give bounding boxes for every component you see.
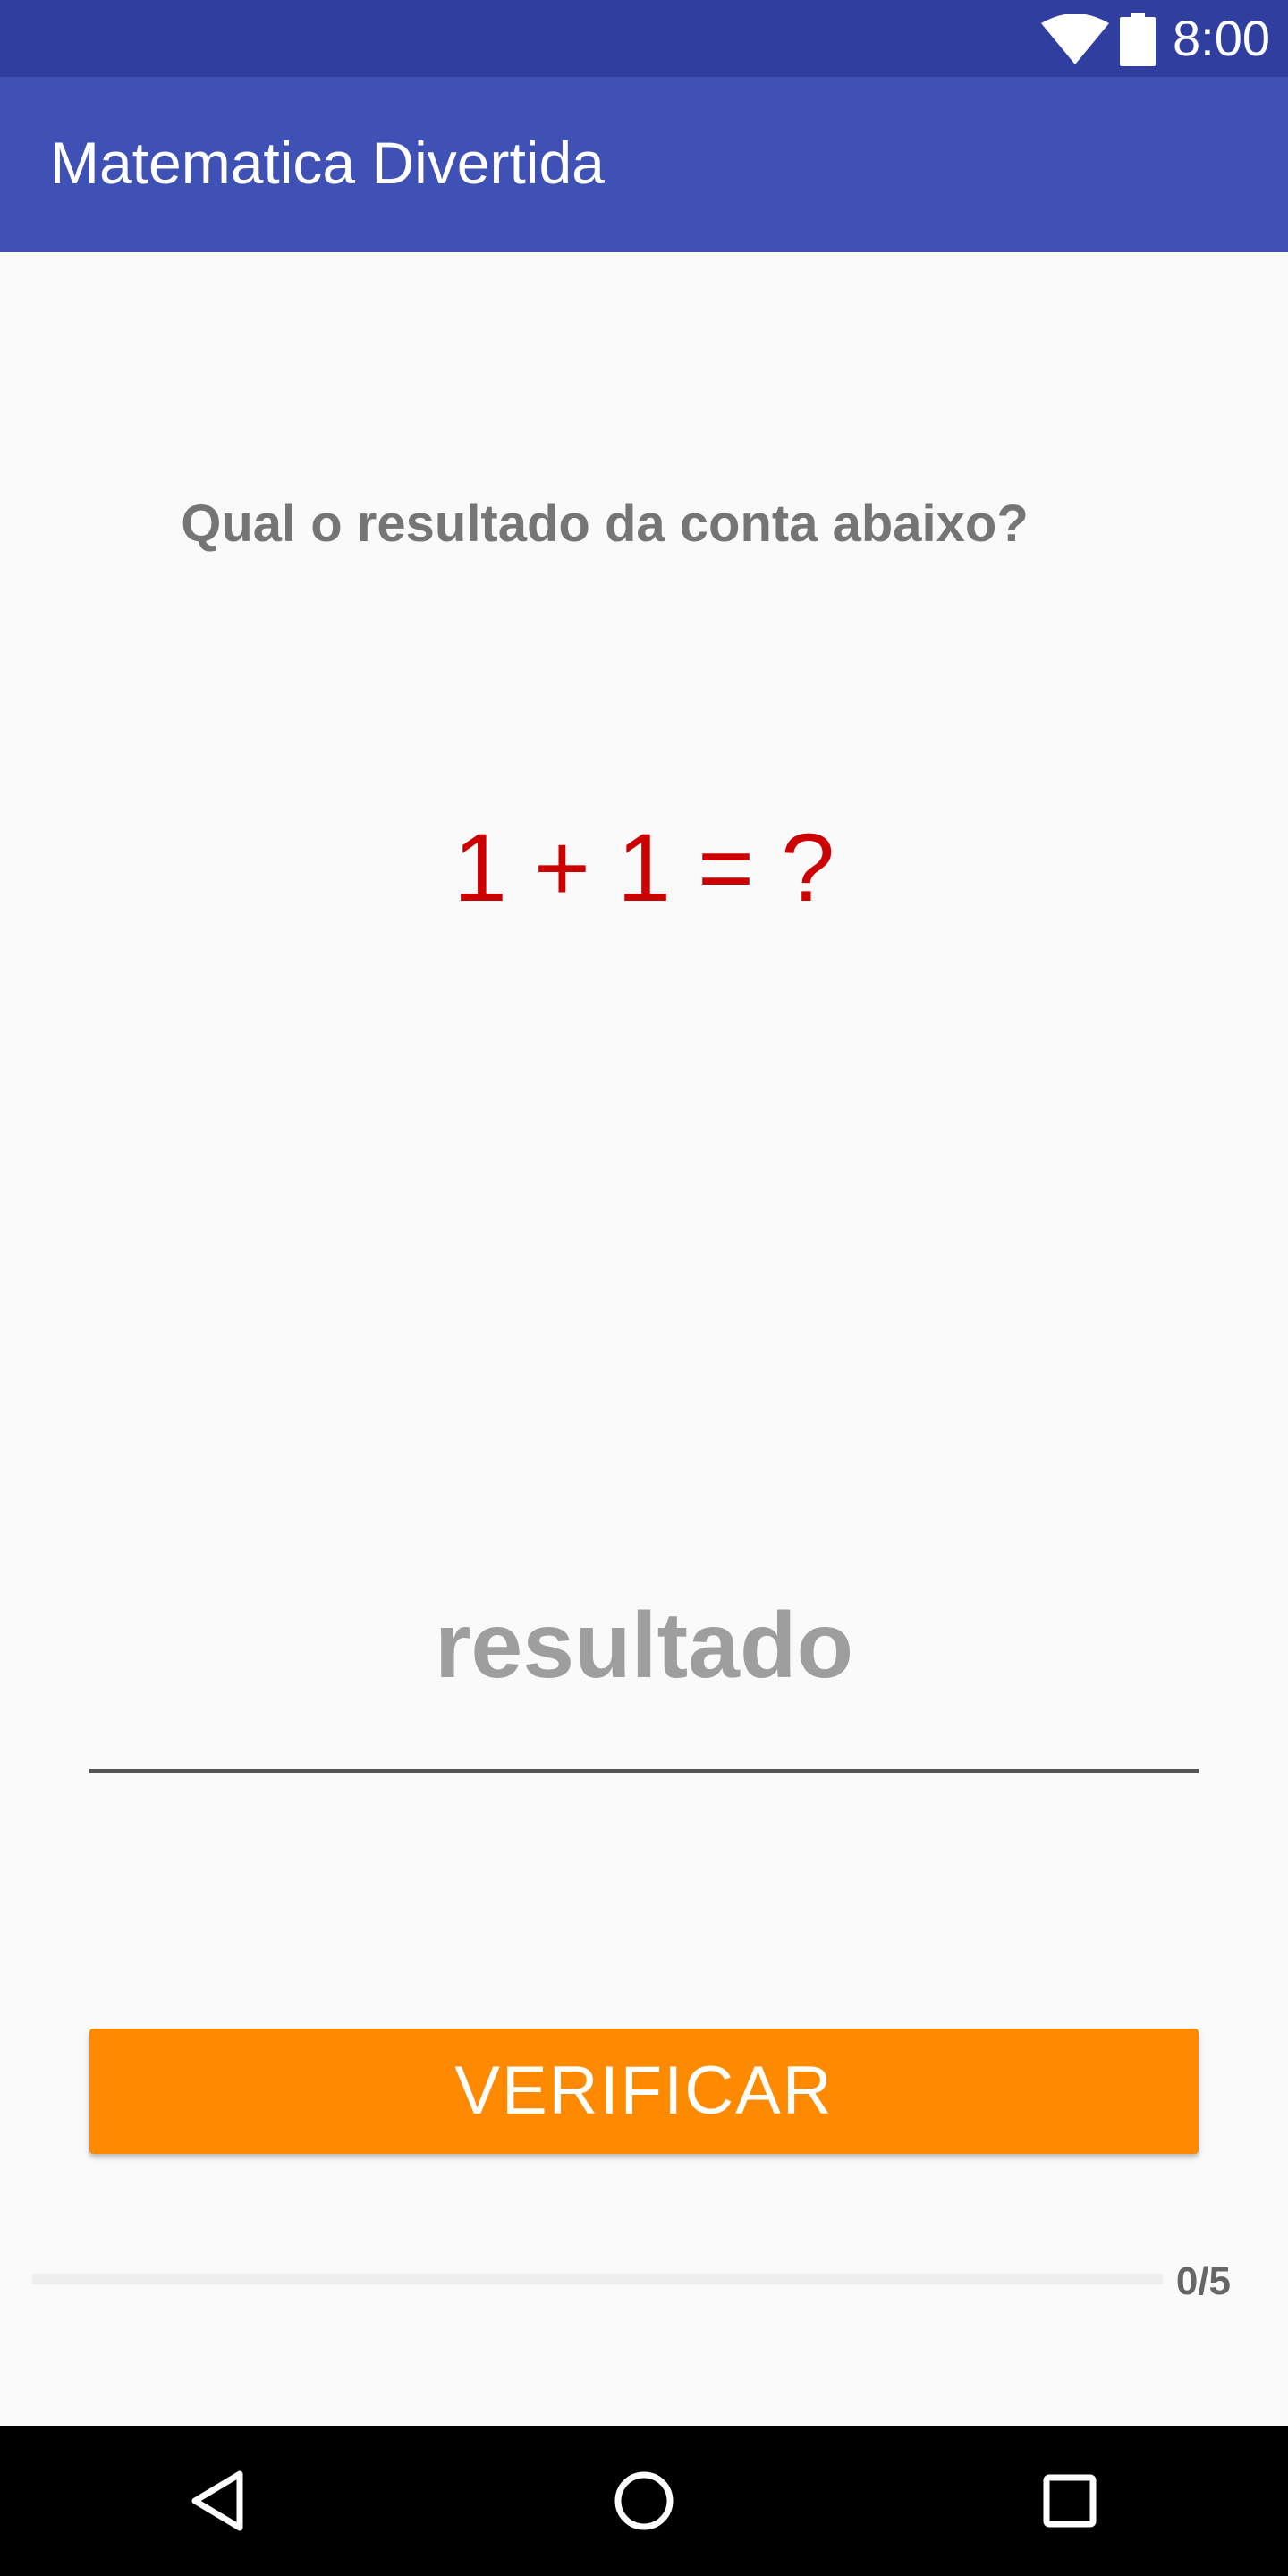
navigation-bar xyxy=(0,2426,1288,2576)
home-icon[interactable] xyxy=(605,2462,683,2540)
equation-text: 1 + 1 = ? xyxy=(453,813,835,921)
question-text: Qual o resultado da conta abaixo? xyxy=(181,495,1029,553)
progress-label: 0/5 xyxy=(1175,2259,1231,2303)
result-input[interactable] xyxy=(89,1574,1199,1773)
status-time: 8:00 xyxy=(1173,10,1270,66)
back-icon[interactable] xyxy=(181,2462,259,2540)
app-title: Matematica Divertida xyxy=(50,130,605,196)
progress-bar xyxy=(32,2274,1163,2284)
wifi-icon xyxy=(1041,14,1109,64)
battery-icon xyxy=(1120,13,1156,66)
recents-icon[interactable] xyxy=(1030,2462,1109,2540)
app-bar: Matematica Divertida xyxy=(0,77,1288,252)
status-bar: 8:00 xyxy=(0,0,1288,77)
verify-button[interactable]: VERIFICAR xyxy=(89,2029,1199,2154)
